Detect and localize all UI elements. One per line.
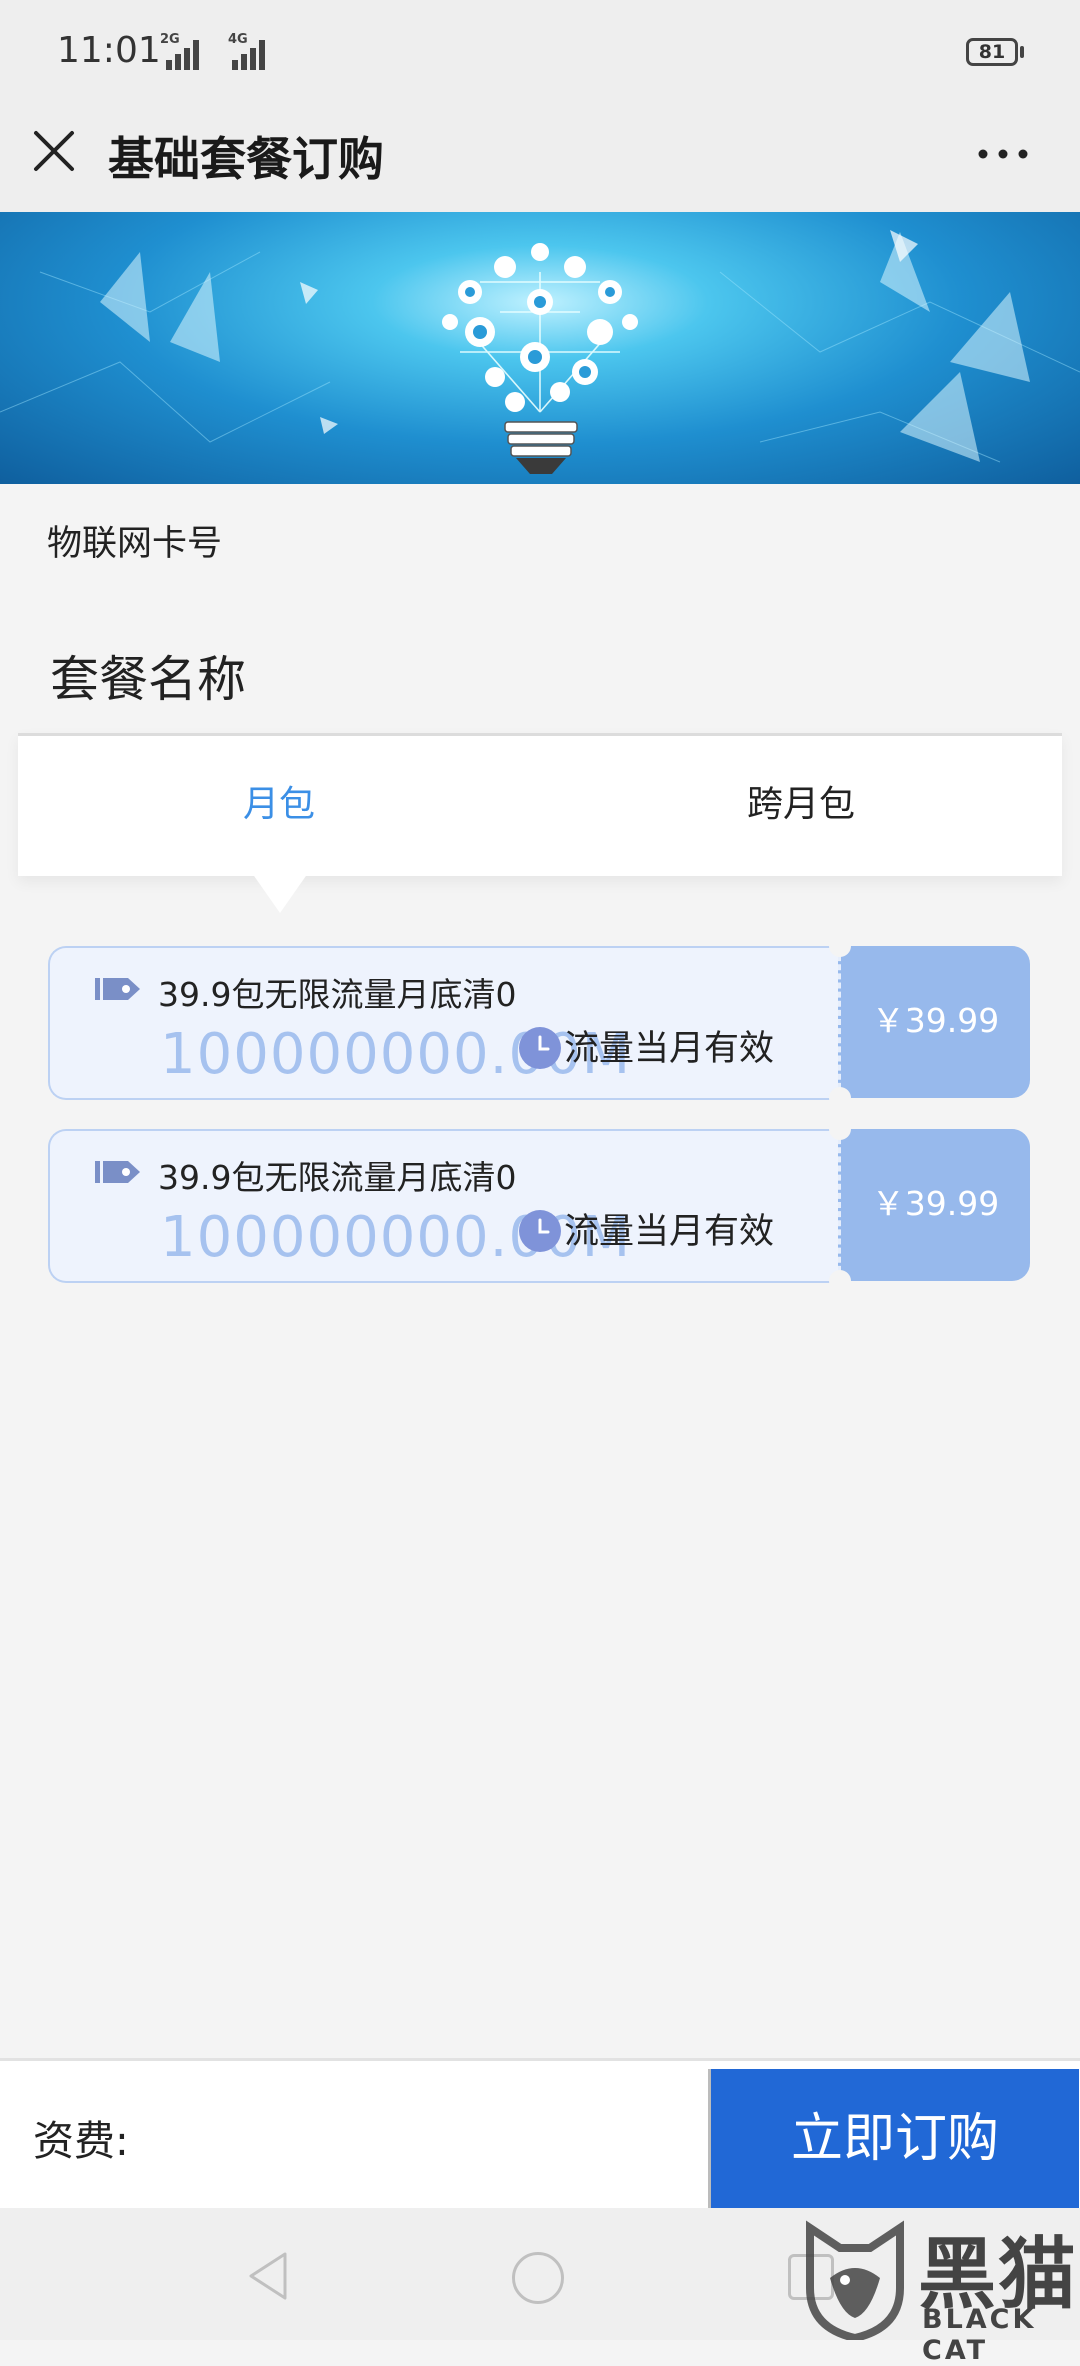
order-now-button[interactable]: 立即订购 xyxy=(708,2069,1079,2209)
plan-title: 39.9包无限流量月底清0 xyxy=(158,975,517,1014)
signal-4g-icon: 4G xyxy=(218,32,274,70)
bottom-action-bar: 资费: 立即订购 xyxy=(0,2058,1080,2211)
home-icon[interactable] xyxy=(512,2252,564,2304)
title-bar: 基础套餐订购 xyxy=(0,105,1080,212)
close-icon[interactable] xyxy=(32,129,76,173)
ticket-notch-top xyxy=(829,935,851,957)
black-cat-logo-icon xyxy=(806,2220,904,2340)
plan-type-tabs: 月包 跨月包 xyxy=(18,733,1062,876)
back-icon[interactable] xyxy=(245,2250,291,2302)
plan-price-panel: ￥39.99 xyxy=(838,1129,1030,1281)
banner-image xyxy=(0,212,1080,484)
page-title: 基础套餐订购 xyxy=(108,132,384,186)
ticket-notch-bottom xyxy=(829,1087,851,1109)
ticket-notch-bottom xyxy=(829,1270,851,1292)
plan-validity: 流量当月有效 xyxy=(564,1029,775,1069)
plan-card-body: 39.9包无限流量月底清0 100000000.00M 流量当月有效 xyxy=(48,1129,840,1283)
tab-pointer xyxy=(252,873,308,913)
tab-monthly[interactable]: 月包 xyxy=(18,736,540,876)
tag-icon xyxy=(95,978,140,1000)
fee-label: 资费: xyxy=(33,2117,129,2165)
plan-card-body: 39.9包无限流量月底清0 100000000.00M 流量当月有效 xyxy=(48,946,840,1100)
plan-card[interactable]: 39.9包无限流量月底清0 100000000.00M 流量当月有效 ￥39.9… xyxy=(48,1118,1030,1292)
signal-2g-icon: 2G xyxy=(160,32,206,70)
plan-validity: 流量当月有效 xyxy=(564,1212,775,1252)
clock-icon xyxy=(519,1027,561,1069)
plan-name-label: 套餐名称 xyxy=(50,651,247,708)
plan-price: ￥39.99 xyxy=(871,1001,1000,1040)
card-number-label: 物联网卡号 xyxy=(47,524,223,564)
lightbulb-network-illustration xyxy=(0,230,1080,474)
ticket-notch-top xyxy=(829,1118,851,1140)
plan-price-panel: ￥39.99 xyxy=(838,946,1030,1098)
status-bar: 11:01 2G 4G 81 xyxy=(0,0,1080,105)
status-time: 11:01 xyxy=(57,30,161,71)
plan-price: ￥39.99 xyxy=(871,1184,1000,1223)
plan-title: 39.9包无限流量月底清0 xyxy=(158,1158,517,1197)
tag-icon xyxy=(95,1161,140,1183)
watermark-brand-text: BLACK CAT xyxy=(922,2304,1037,2366)
more-icon[interactable] xyxy=(978,147,1028,161)
clock-icon xyxy=(519,1210,561,1252)
plan-card[interactable]: 39.9包无限流量月底清0 100000000.00M 流量当月有效 ￥39.9… xyxy=(48,935,1030,1109)
battery-icon: 81 xyxy=(966,38,1018,66)
battery-tip xyxy=(1020,46,1024,58)
watermark: 黑猫 BLACK CAT xyxy=(800,2218,1080,2366)
tab-cross-month[interactable]: 跨月包 xyxy=(540,736,1062,876)
